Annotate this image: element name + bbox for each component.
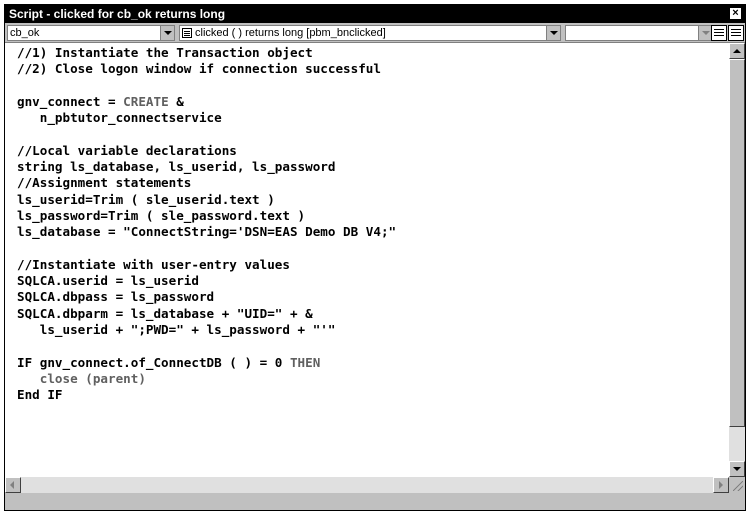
code-text: string ls_database, ls_userid, ls_passwo… (17, 159, 336, 175)
code-line: gnv_connect = CREATE & (17, 94, 396, 110)
script-window: Script - clicked for cb_ok returns long … (4, 4, 746, 511)
scroll-up-button[interactable] (729, 43, 745, 59)
code-text: n_pbtutor_connectservice (17, 110, 222, 126)
code-text: ls_password=Trim ( sle_password.text ) (17, 207, 306, 223)
code-line: //Assignment statements (17, 175, 396, 191)
window-title: Script - clicked for cb_ok returns long (9, 7, 226, 21)
code-text: SQLCA.dbpass = ls_password (17, 289, 215, 305)
code-line: IF gnv_connect.of_ConnectDB ( ) = 0 THEN (17, 355, 396, 371)
ancestor-dropdown[interactable] (565, 25, 713, 41)
chevron-down-icon[interactable] (698, 26, 712, 40)
code-text: SQLCA.userid = ls_userid (17, 273, 199, 289)
code-line: ls_userid=Trim ( sle_userid.text ) (17, 192, 396, 208)
code-line: SQLCA.dbpass = ls_password (17, 289, 396, 305)
code-text: //2) Close logon window if connection su… (17, 61, 381, 77)
close-button[interactable]: × (729, 7, 742, 20)
code-line: string ls_database, ls_userid, ls_passwo… (17, 159, 396, 175)
code-area[interactable]: //1) Instantiate the Transaction object /… (17, 45, 396, 404)
code-line: ls_userid + ";PWD=" + ls_password + "'" (17, 322, 396, 338)
title-bar[interactable]: Script - clicked for cb_ok returns long … (5, 5, 745, 23)
script-editor[interactable]: //1) Instantiate the Transaction object /… (5, 43, 729, 477)
toolbar: cb_ok clicked ( ) returns long [pbm_bncl… (5, 23, 745, 43)
code-text: //Instantiate with user-entry values (17, 256, 290, 272)
code-line: n_pbtutor_connectservice (17, 110, 396, 126)
event-dropdown[interactable]: clicked ( ) returns long [pbm_bnclicked] (179, 25, 561, 41)
code-line: ls_password=Trim ( sle_password.text ) (17, 208, 396, 224)
resize-grip-icon[interactable] (729, 477, 745, 493)
code-text-rest: & (168, 93, 184, 109)
code-text: ls_userid + ";PWD=" + ls_password + "'" (17, 322, 336, 338)
code-text: SQLCA.dbparm = ls_database + "UID=" + & (17, 305, 313, 321)
code-line: //2) Close logon window if connection su… (17, 61, 396, 77)
code-line: SQLCA.userid = ls_userid (17, 273, 396, 289)
code-text: //Local variable declarations (17, 142, 237, 158)
horizontal-scrollbar[interactable] (5, 477, 729, 493)
scroll-down-button[interactable] (729, 461, 745, 477)
detail-view-button[interactable] (728, 25, 744, 41)
script-icon (182, 28, 192, 39)
code-text: //1) Instantiate the Transaction object (17, 45, 313, 60)
code-line: ls_database = "ConnectString='DSN=EAS De… (17, 224, 396, 240)
chevron-down-icon[interactable] (160, 26, 174, 40)
chevron-down-icon[interactable] (546, 26, 560, 40)
code-text: ls_userid=Trim ( sle_userid.text ) (17, 191, 275, 207)
code-keyword: close (parent) (17, 370, 146, 386)
code-keyword: THEN (289, 354, 321, 370)
code-keyword: CREATE (123, 93, 169, 109)
code-text: IF gnv_connect.of_ConnectDB ( ) = 0 (17, 354, 290, 370)
code-text: gnv_connect = (17, 93, 124, 109)
code-line: //Local variable declarations (17, 143, 396, 159)
list-icon (714, 29, 724, 30)
scroll-left-button[interactable] (5, 477, 21, 493)
vertical-scrollbar[interactable] (729, 43, 745, 477)
detail-list-icon (731, 29, 741, 30)
event-dropdown-value: clicked ( ) returns long [pbm_bnclicked] (195, 27, 386, 39)
status-bar (5, 493, 745, 510)
code-text: End IF (17, 387, 63, 403)
object-dropdown-value: cb_ok (10, 27, 40, 39)
code-line: //Instantiate with user-entry values (17, 257, 396, 273)
code-text: ls_database = "ConnectString='DSN=EAS De… (17, 224, 397, 240)
scroll-right-button[interactable] (713, 477, 729, 493)
code-line: SQLCA.dbparm = ls_database + "UID=" + & (17, 306, 396, 322)
vertical-scroll-thumb[interactable] (729, 59, 745, 427)
list-view-button[interactable] (711, 25, 727, 41)
object-dropdown[interactable]: cb_ok (7, 25, 175, 41)
code-text: //Assignment statements (17, 175, 192, 191)
code-line: End IF (17, 387, 396, 403)
code-line: close (parent) (17, 371, 396, 387)
code-line: //1) Instantiate the Transaction object (17, 45, 396, 61)
